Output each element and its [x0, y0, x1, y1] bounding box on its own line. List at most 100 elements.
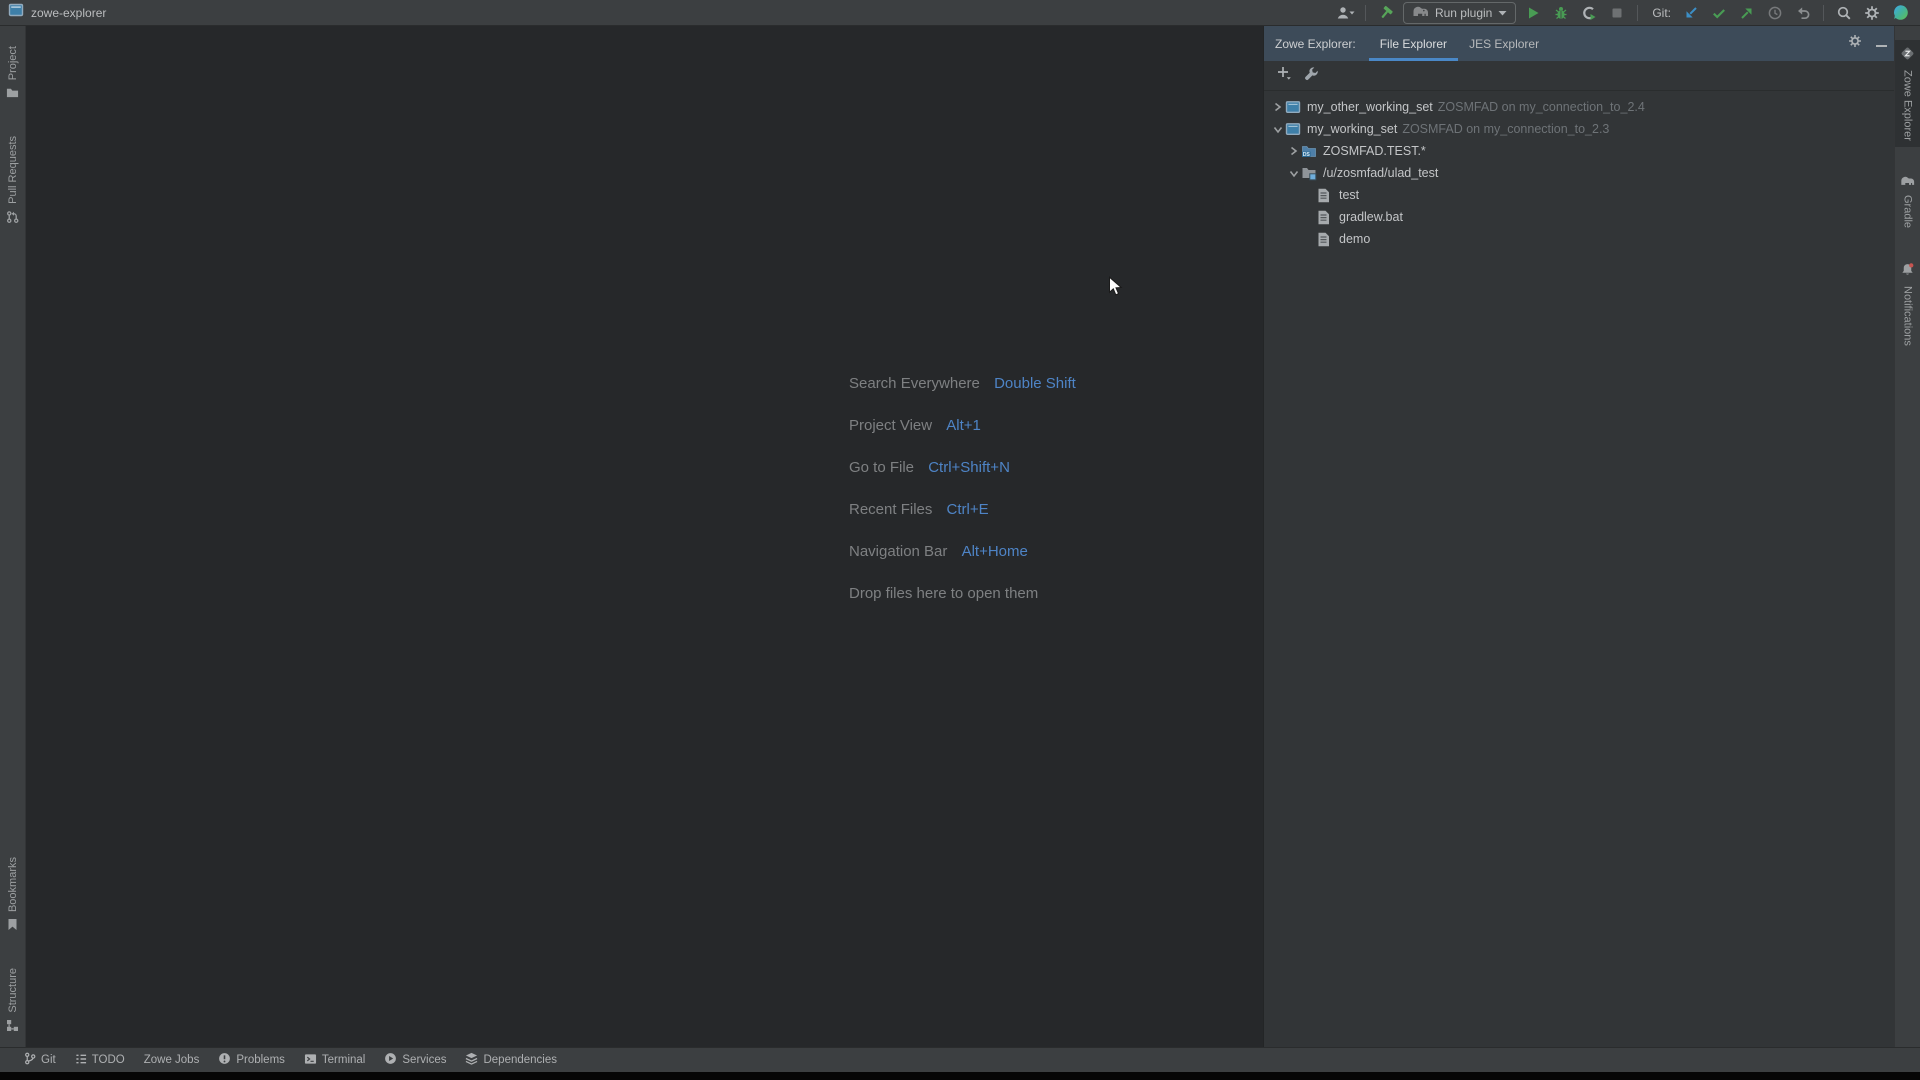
profile-icon[interactable] [1334, 2, 1356, 24]
run-configuration-label: Run plugin [1435, 6, 1492, 20]
shortcut-hint-row: Drop files here to open them [849, 584, 1076, 604]
todo-list-icon [75, 1053, 87, 1068]
chevron-right-icon[interactable] [1286, 146, 1301, 156]
statusbar-git[interactable]: Git [24, 1052, 56, 1068]
ide-window: zowe-explorer Run plugin [0, 0, 1920, 1080]
statusbar-git-label: Git [41, 1054, 56, 1066]
git-push-icon[interactable] [1736, 2, 1758, 24]
tool-button-bookmarks-label: Bookmarks [7, 857, 19, 912]
statusbar-terminal[interactable]: Terminal [304, 1053, 365, 1068]
tree-item-working-set[interactable]: my_working_set ZOSMFAD on my_connection_… [1264, 118, 1894, 140]
tree-item-label: demo [1339, 232, 1370, 246]
tool-button-project-label: Project [7, 46, 19, 80]
tree-item-file[interactable]: demo [1264, 228, 1894, 250]
git-section-label: Git: [1652, 6, 1671, 20]
tab-jes-explorer[interactable]: JES Explorer [1458, 26, 1550, 61]
structure-icon [6, 1019, 19, 1035]
shortcut-hint-row: Go to File Ctrl+Shift+N [849, 458, 1076, 478]
search-icon[interactable] [1833, 2, 1855, 24]
stop-icon [1606, 2, 1628, 24]
titlebar-left: zowe-explorer [0, 2, 106, 23]
tool-button-project[interactable]: Project [0, 40, 25, 108]
shortcut-action: Go to File [849, 459, 914, 476]
dataset-folder-icon: DS [1301, 143, 1318, 159]
statusbar-terminal-label: Terminal [322, 1054, 365, 1066]
file-icon [1317, 210, 1334, 225]
tree-item-label: test [1339, 188, 1359, 202]
statusbar-problems[interactable]: Problems [218, 1052, 285, 1068]
tool-button-pull-requests-label: Pull Requests [7, 136, 19, 204]
tool-button-pull-requests[interactable]: Pull Requests [0, 130, 25, 233]
screen-bottom-edge [0, 1072, 1920, 1080]
tree-item-label: my_other_working_set [1307, 100, 1433, 114]
git-update-icon[interactable] [1680, 2, 1702, 24]
editor-area[interactable]: Search Everywhere Double Shift Project V… [26, 26, 1263, 1047]
shortcut-action: Drop files here to open them [849, 585, 1038, 602]
notifications-bell-icon [1900, 262, 1915, 280]
git-commit-icon[interactable] [1708, 2, 1730, 24]
wrench-settings-icon[interactable] [1304, 66, 1319, 86]
tree-item-connection-info: ZOSMFAD on my_connection_to_2.3 [1402, 122, 1609, 136]
statusbar-zowe-jobs[interactable]: Zowe Jobs [144, 1054, 200, 1066]
panel-header[interactable]: Zowe Explorer: File Explorer JES Explore… [1264, 26, 1894, 61]
panel-header-actions [1848, 26, 1887, 61]
app-icon [8, 2, 24, 23]
tree-item-uss-path[interactable]: /u/zosmfad/ulad_test [1264, 162, 1894, 184]
file-icon [1317, 188, 1334, 203]
shortcut-hint-row: Search Everywhere Double Shift [849, 374, 1076, 394]
services-icon [384, 1052, 397, 1068]
run-icon[interactable] [1522, 2, 1544, 24]
chevron-right-icon[interactable] [1270, 102, 1285, 112]
problems-icon [218, 1052, 231, 1068]
chevron-down-icon[interactable] [1286, 169, 1301, 178]
coverage-icon[interactable] [1578, 2, 1600, 24]
shortcut-action: Search Everywhere [849, 375, 980, 392]
tool-button-notifications[interactable]: Notifications [1895, 256, 1920, 352]
statusbar-todo[interactable]: TODO [75, 1053, 125, 1068]
right-tool-stripe: Zowe Explorer Gradle Notifications [1894, 26, 1920, 1047]
toolbar-separator [1365, 5, 1366, 21]
chevron-down-icon[interactable] [1270, 125, 1285, 134]
right-stripe-top-group: Zowe Explorer Gradle Notifications [1895, 40, 1920, 352]
tool-button-gradle[interactable]: Gradle [1895, 169, 1920, 234]
tree-item-file[interactable]: test [1264, 184, 1894, 206]
hide-panel-icon[interactable] [1876, 35, 1887, 53]
statusbar-services[interactable]: Services [384, 1052, 446, 1068]
tab-file-explorer[interactable]: File Explorer [1369, 26, 1458, 61]
zowe-explorer-panel: Zowe Explorer: File Explorer JES Explore… [1263, 26, 1894, 1047]
run-configuration-select[interactable]: Run plugin [1403, 2, 1516, 24]
statusbar-services-label: Services [402, 1054, 446, 1066]
tool-button-bookmarks[interactable]: Bookmarks [0, 851, 25, 940]
settings-gear-icon[interactable] [1861, 2, 1883, 24]
shortcut-action: Recent Files [849, 501, 932, 518]
uss-folder-icon [1301, 165, 1318, 181]
toolbar-separator [1823, 5, 1824, 21]
add-working-set-icon[interactable] [1276, 65, 1293, 86]
code-with-me-icon[interactable] [1889, 2, 1911, 24]
shortcut-action: Navigation Bar [849, 543, 947, 560]
panel-title: Zowe Explorer: [1275, 37, 1356, 51]
shortcut-keys: Double Shift [994, 375, 1076, 392]
tree-item-label: gradlew.bat [1339, 210, 1403, 224]
left-tool-stripe: Project Pull Requests Bookmarks Struc [0, 26, 26, 1047]
tree-item-file[interactable]: gradlew.bat [1264, 206, 1894, 228]
shortcut-hint-row: Navigation Bar Alt+Home [849, 542, 1076, 562]
tree-item-label: /u/zosmfad/ulad_test [1323, 166, 1438, 180]
rollback-icon[interactable] [1792, 2, 1814, 24]
panel-toolbar [1264, 61, 1894, 91]
panel-settings-gear-icon[interactable] [1848, 34, 1862, 53]
statusbar-zowe-jobs-label: Zowe Jobs [144, 1054, 200, 1066]
statusbar-dependencies[interactable]: Dependencies [465, 1052, 557, 1068]
tree-item-connection-info: ZOSMFAD on my_connection_to_2.4 [1438, 100, 1645, 114]
build-hammer-icon[interactable] [1375, 2, 1397, 24]
debug-icon[interactable] [1550, 2, 1572, 24]
tool-button-zowe-explorer[interactable]: Zowe Explorer [1895, 40, 1920, 147]
folder-icon [6, 86, 19, 102]
tree-item-dataset-mask[interactable]: DS ZOSMFAD.TEST.* [1264, 140, 1894, 162]
tree-item-working-set[interactable]: my_other_working_set ZOSMFAD on my_conne… [1264, 96, 1894, 118]
tool-button-structure[interactable]: Structure [0, 962, 25, 1041]
tool-button-structure-label: Structure [7, 968, 19, 1013]
tab-jes-explorer-label: JES Explorer [1469, 37, 1539, 51]
gradle-elephant-icon [1900, 175, 1915, 189]
git-branch-icon [24, 1052, 36, 1068]
